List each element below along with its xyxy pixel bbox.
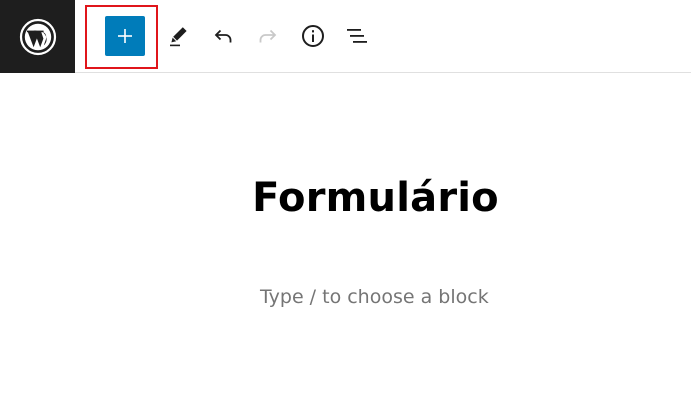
plus-icon	[118, 29, 132, 43]
block-placeholder[interactable]: Type / to choose a block	[260, 286, 489, 308]
tools-button[interactable]	[162, 20, 194, 52]
post-title[interactable]: Formulário	[0, 175, 691, 221]
undo-icon	[214, 29, 232, 43]
redo-icon	[259, 29, 277, 43]
add-block-button[interactable]	[105, 16, 145, 56]
editor-toolbar	[0, 0, 691, 73]
redo-button[interactable]	[252, 20, 284, 52]
list-view-button[interactable]	[341, 20, 373, 52]
details-button[interactable]	[297, 20, 329, 52]
info-icon	[302, 25, 324, 47]
wordpress-logo-button[interactable]	[0, 0, 75, 73]
pencil-icon	[170, 27, 187, 47]
editor-page: Formulário Type / to choose a block	[0, 0, 691, 417]
list-view-icon	[347, 29, 367, 43]
wordpress-logo-icon	[19, 18, 56, 55]
undo-button[interactable]	[207, 20, 239, 52]
